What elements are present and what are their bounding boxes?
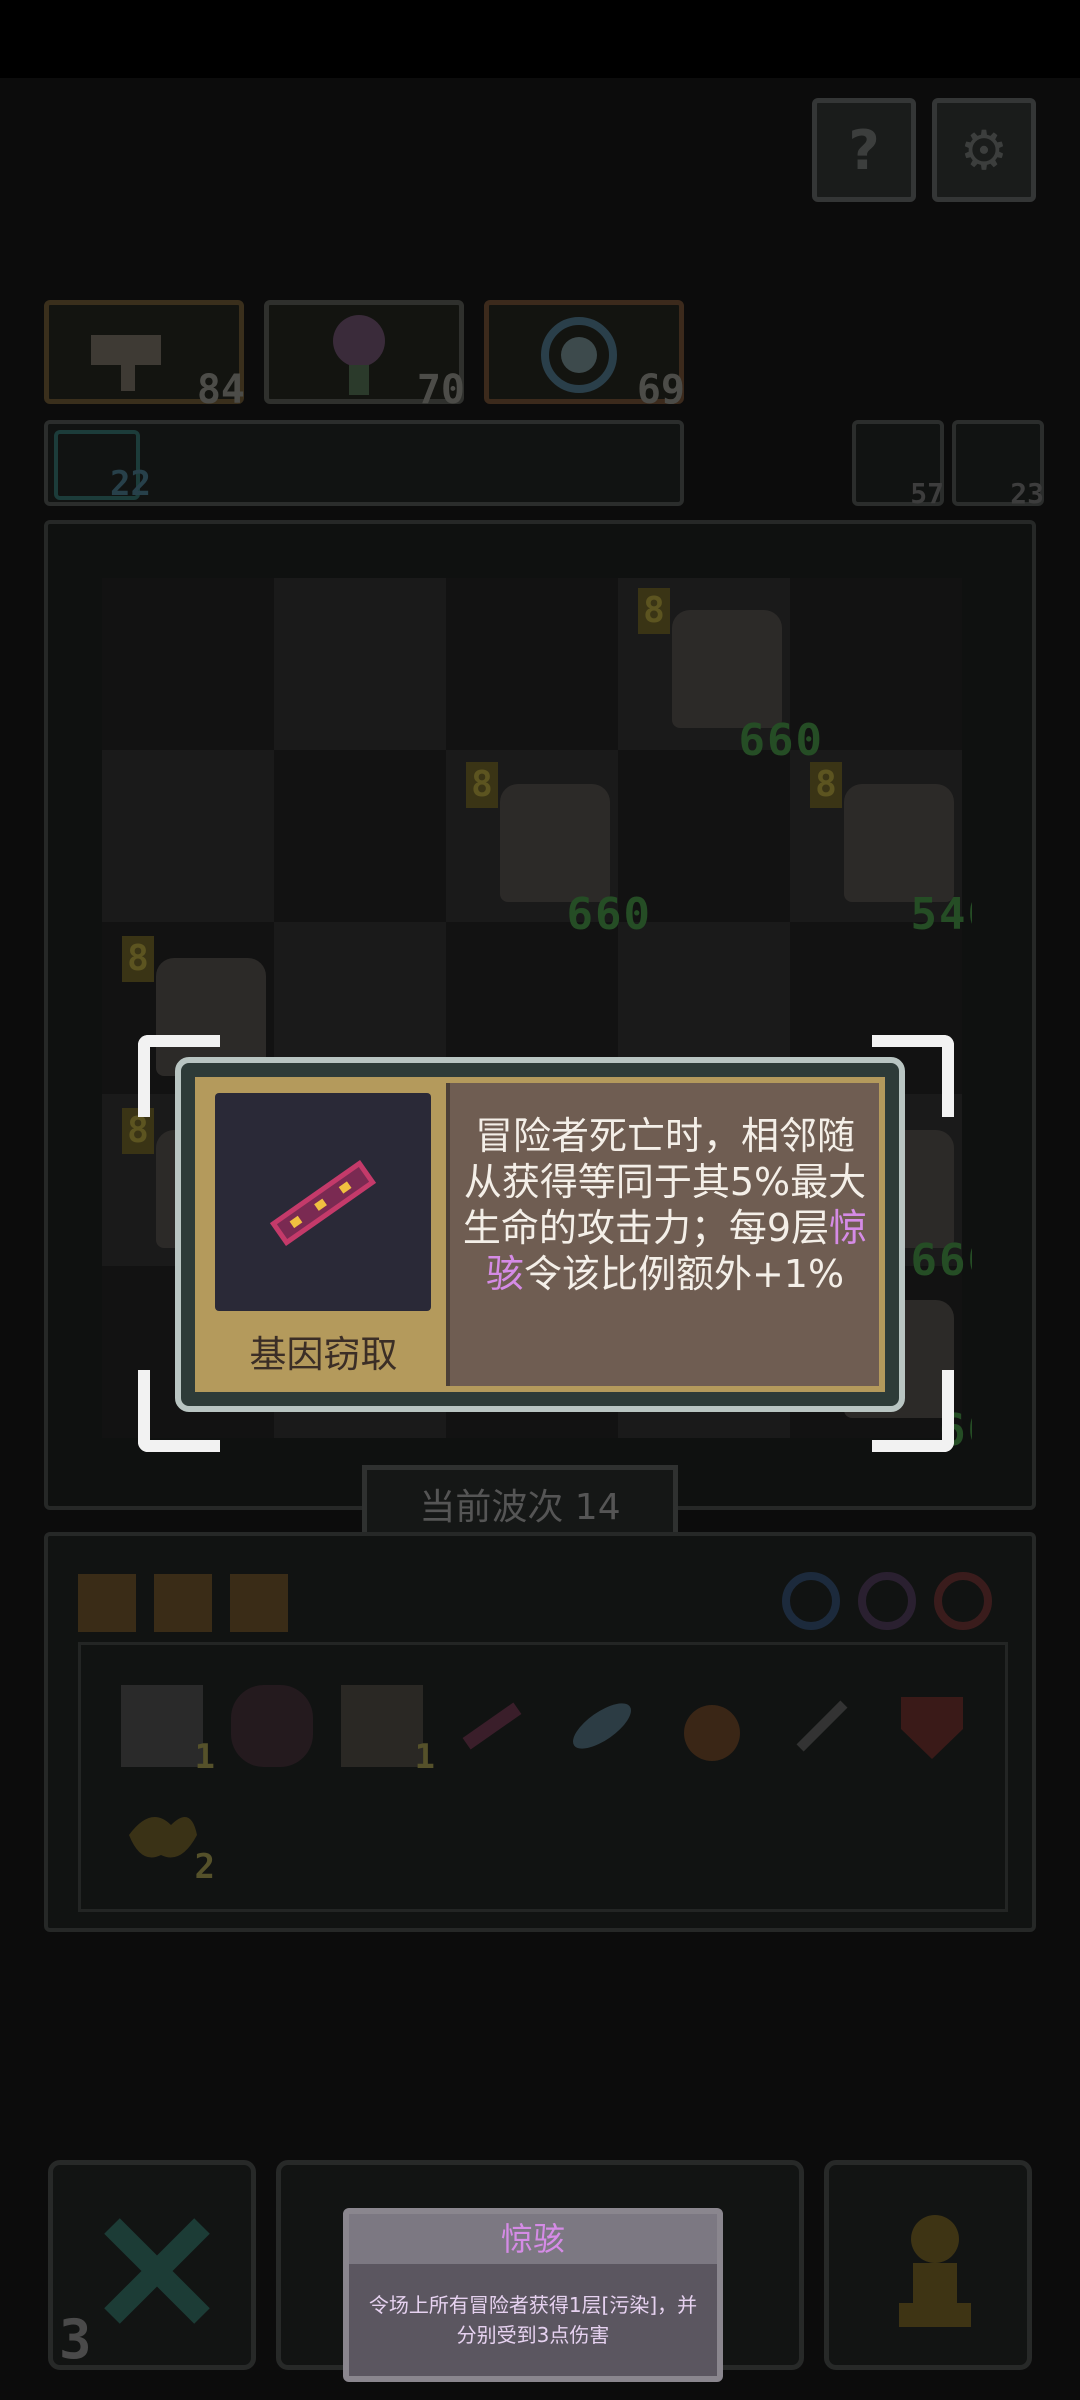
hero-card-flower[interactable]: 70 [264,300,465,413]
card-slots [78,1566,348,1636]
adventurer-sprite [500,784,610,902]
item-image [215,1093,431,1311]
key-button[interactable]: 23 [952,420,1044,510]
help-button[interactable]: ? [812,98,916,202]
status-bar-area [0,0,1080,78]
gem-slots [782,1566,1002,1636]
shield-icon [901,1697,963,1759]
fish-icon [573,1703,631,1749]
hammer-icon [91,335,161,391]
hammer-item[interactable]: 1 [341,1685,435,1777]
dna-item[interactable] [451,1685,533,1767]
flower-monster-icon [333,315,385,395]
gold-wings-item[interactable]: 2 [121,1795,215,1887]
gem-slot-purple[interactable] [858,1572,916,1630]
bag-item[interactable] [671,1685,753,1767]
unit-hp: 660 [738,715,824,766]
modal-panel: 基因窃取 冒险者死亡时，相邻随从获得等同于其5%最大生命的攻击力；每9层惊骇令该… [195,1077,885,1392]
wings-icon [129,1817,197,1858]
orb-icon [541,317,617,393]
item-card: 基因窃取 [201,1083,450,1386]
syringe-icon [796,1700,848,1752]
gear-icon: ⚙ [959,118,1009,182]
pawn-icon [899,2215,971,2327]
resource-value: 22 [110,464,151,504]
tooltip-body: 令场上所有冒险者获得1层[污染]，并分别受到3点伤害 [368,2293,698,2347]
help-icon: ? [848,118,880,182]
adventurer-sprite [672,610,782,728]
dna-strand-icon [269,1159,377,1247]
pawn-button[interactable] [824,2160,1032,2370]
redo-count: 57 [910,477,944,510]
desc-text-2: 令该比例额外+1% [523,1252,845,1296]
unit-hp: 540 [910,889,972,940]
unit-level: 8 [122,936,154,982]
item-list: 1 1 2 [78,1642,1008,1912]
tooltip-title: 惊骇 [349,2214,717,2264]
card-slot-3[interactable] [230,1574,288,1632]
item-name: 基因窃取 [249,1333,398,1376]
board-unit[interactable]: 8 660 [466,762,650,940]
item-detail-modal[interactable]: 基因窃取 冒险者死亡时，相邻随从获得等同于其5%最大生命的攻击力；每9层惊骇令该… [175,1057,905,1412]
eye-item[interactable] [231,1685,313,1767]
card-slot-2[interactable] [154,1574,212,1632]
adventurer-sprite [844,784,954,902]
fish-item[interactable] [561,1685,643,1767]
board-unit[interactable]: 8 660 [638,588,822,766]
unit-hp: 660 [566,889,652,940]
gem-slot-red[interactable] [934,1572,992,1630]
scroll-item[interactable]: 1 [121,1685,215,1777]
resource-bar: 22 [44,420,684,506]
desc-text-1: 冒险者死亡时，相邻随从获得等同于其5%最大生命的攻击力；每9层 [462,1114,867,1250]
unit-level: 8 [638,588,670,634]
settings-button[interactable]: ⚙ [932,98,1036,202]
dna-strand-icon [462,1702,522,1750]
hero-value: 84 [196,367,245,413]
key-count: 23 [1010,477,1044,510]
hero-card-hammer[interactable]: 84 [44,300,245,413]
cancel-button[interactable]: 3 [48,2160,256,2371]
unit-level: 8 [466,762,498,808]
gem-slot-blue[interactable] [782,1572,840,1630]
board-unit[interactable]: 8 540 [810,762,972,940]
money-bag-icon [684,1705,740,1761]
syringe-item[interactable] [781,1685,863,1767]
close-icon [104,2218,210,2324]
inventory-panel: 1 1 2 [44,1532,1036,1932]
hero-value: 70 [416,367,465,413]
hero-value: 69 [636,367,685,413]
keyword-tooltip: 惊骇 令场上所有冒险者获得1层[污染]，并分别受到3点伤害 [343,2208,723,2382]
card-slot-1[interactable] [78,1574,136,1632]
hero-card-orb[interactable]: 69 [484,300,685,413]
item-description: 冒险者死亡时，相邻随从获得等同于其5%最大生命的攻击力；每9层惊骇令该比例额外+… [461,1113,869,1297]
cancel-count: 3 [59,2308,92,2371]
shield-item[interactable] [891,1685,973,1767]
unit-level: 8 [810,762,842,808]
redo-button[interactable]: 57 [852,420,944,510]
